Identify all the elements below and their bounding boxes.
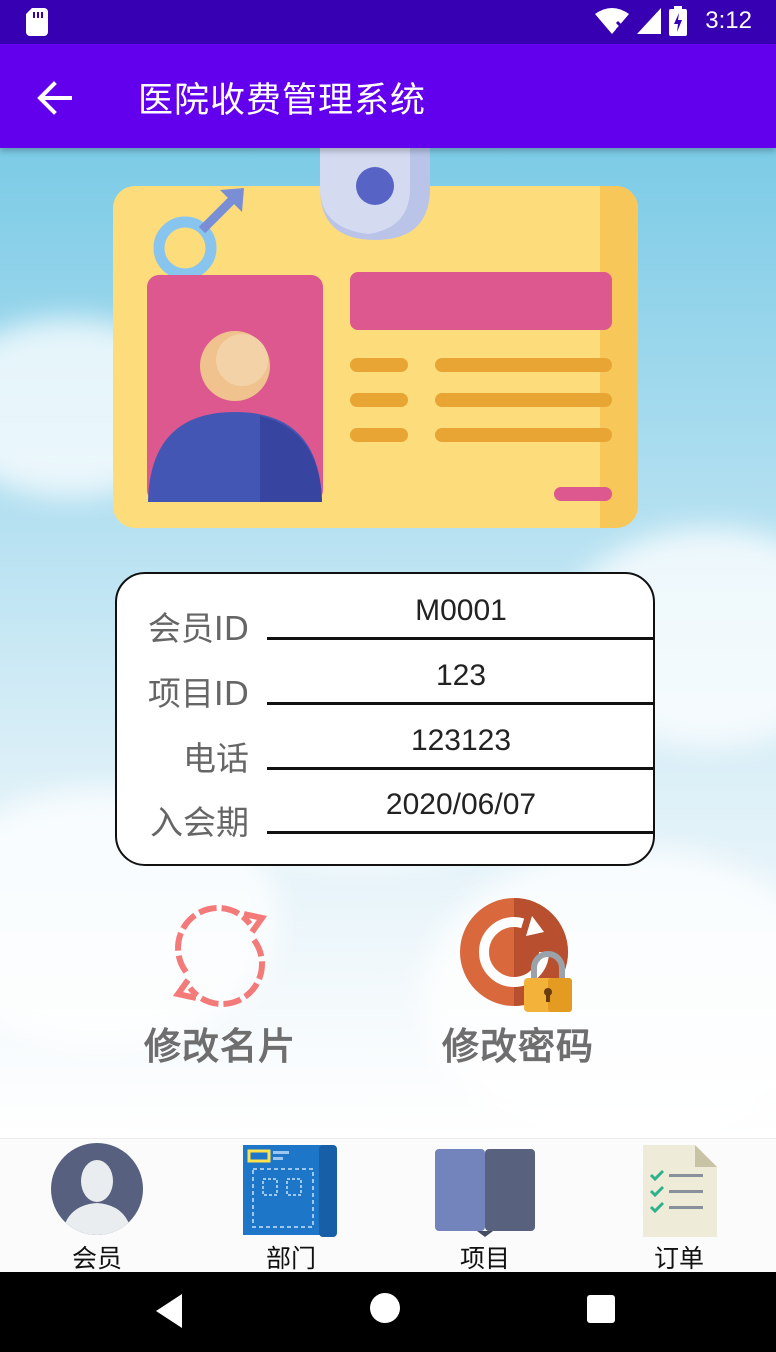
battery-charging-icon xyxy=(669,6,688,36)
id-card-illustration xyxy=(113,148,638,528)
edit-card-button[interactable]: 修改名片 xyxy=(140,896,300,1070)
back-arrow-icon[interactable] xyxy=(30,74,78,122)
nav-label-order: 订单 xyxy=(653,1244,704,1273)
member-id-row: 会员ID M0001 xyxy=(117,588,657,652)
refresh-icon xyxy=(172,905,268,1007)
status-time: 3:12 xyxy=(705,7,752,34)
sd-card-icon xyxy=(26,8,48,36)
project-id-field[interactable]: 123 xyxy=(267,653,655,705)
member-id-label: 会员ID xyxy=(147,609,249,648)
nav-item-member[interactable]: 会员 xyxy=(0,1139,194,1273)
nav-label-project: 项目 xyxy=(459,1244,510,1273)
phone-field[interactable]: 123123 xyxy=(267,718,655,770)
edit-card-label: 修改名片 xyxy=(144,1025,296,1068)
nav-label-department: 部门 xyxy=(265,1244,316,1273)
app-bar: 医院收费管理系统 xyxy=(0,44,776,148)
member-avatar-icon xyxy=(51,1143,143,1235)
project-id-label: 项目ID xyxy=(147,674,249,713)
nav-item-department[interactable]: 部门 xyxy=(194,1139,388,1273)
system-back-icon[interactable] xyxy=(156,1294,184,1328)
status-bar: 3:12 xyxy=(0,0,776,44)
bottom-navigation: 会员 部门 项目 订单 xyxy=(0,1138,776,1273)
profile-content: 会员ID M0001 项目ID 123 电话 123123 入会期 2020/0… xyxy=(0,148,776,1138)
system-home-icon[interactable] xyxy=(369,1292,401,1324)
nav-item-project[interactable]: 项目 xyxy=(388,1139,582,1273)
nav-label-member: 会员 xyxy=(71,1244,122,1273)
page-title: 医院收费管理系统 xyxy=(138,81,427,121)
join-date-field[interactable]: 2020/06/07 xyxy=(267,782,655,834)
member-info-card: 会员ID M0001 项目ID 123 电话 123123 入会期 2020/0… xyxy=(115,572,655,866)
join-date-row: 入会期 2020/06/07 xyxy=(117,782,657,846)
order-checklist-icon xyxy=(643,1145,717,1237)
change-password-label: 修改密码 xyxy=(442,1025,594,1068)
signal-icon xyxy=(637,8,662,34)
join-date-label: 入会期 xyxy=(150,803,249,842)
member-id-field[interactable]: M0001 xyxy=(267,588,655,640)
phone-label: 电话 xyxy=(183,739,249,778)
system-recents-icon[interactable] xyxy=(587,1295,615,1323)
project-id-row: 项目ID 123 xyxy=(117,653,657,717)
wifi-icon xyxy=(595,8,630,34)
change-password-button[interactable]: 修改密码 xyxy=(436,896,600,1070)
nav-item-order[interactable]: 订单 xyxy=(582,1139,776,1273)
lock-reset-icon xyxy=(460,898,572,1012)
system-navigation-bar xyxy=(0,1272,776,1352)
phone-row: 电话 123123 xyxy=(117,718,657,782)
department-blueprint-icon xyxy=(243,1145,337,1237)
project-book-icon xyxy=(435,1149,535,1237)
